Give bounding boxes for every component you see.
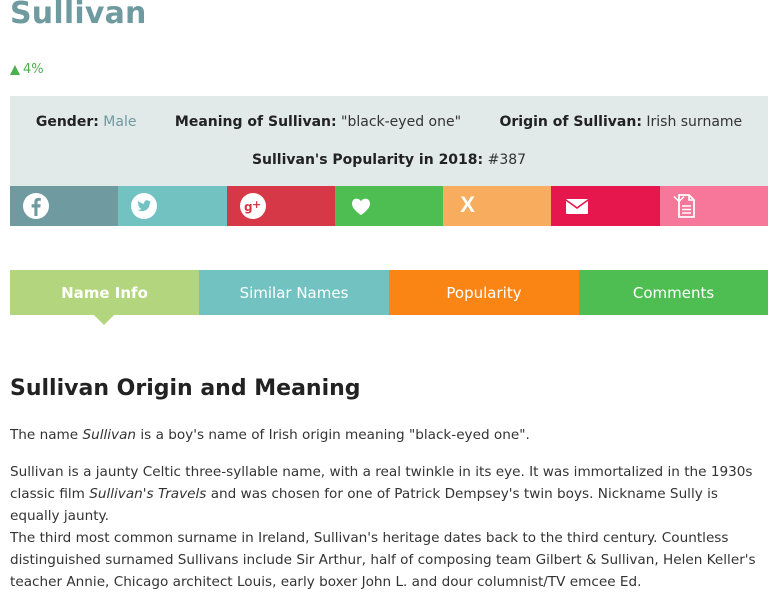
chevron-down-icon[interactable] — [672, 192, 686, 206]
trend-value: 4% — [23, 62, 44, 77]
info-row-2: Sullivan's Popularity in 2018: #387 — [10, 152, 768, 168]
gender-label: Gender: — [35, 114, 99, 130]
p2-film-title: Sullivan's Travels — [89, 486, 207, 502]
google-plus-share-button[interactable]: g + — [226, 186, 335, 226]
email-share-button[interactable] — [551, 186, 660, 226]
name-info-box: Gender: Male Meaning of Sullivan: "black… — [10, 96, 768, 186]
p1-text-pre: The name — [10, 427, 83, 443]
origin-label: Origin of Sullivan: — [499, 114, 642, 130]
section-heading: Sullivan Origin and Meaning — [10, 376, 361, 401]
meaning-label: Meaning of Sullivan: — [174, 114, 337, 130]
x-icon: X — [460, 192, 475, 217]
popularity-value: #387 — [487, 152, 527, 168]
popularity-info: Sullivan's Popularity in 2018: #387 — [252, 152, 526, 168]
note-share-button[interactable] — [659, 186, 769, 226]
meaning-info: Meaning of Sullivan: "black-eyed one" — [175, 114, 461, 130]
p1-name-emphasis: Sullivan — [82, 427, 137, 443]
facebook-icon — [23, 193, 49, 219]
name-tabs: Name Info Similar Names Popularity Comme… — [10, 270, 768, 325]
google-plus-icon: g + — [239, 193, 266, 219]
twitter-share-button[interactable] — [118, 186, 227, 226]
paragraph-description: Sullivan is a jaunty Celtic three-syllab… — [10, 461, 768, 527]
info-row-1: Gender: Male Meaning of Sullivan: "black… — [10, 114, 768, 130]
origin-value: Irish surname — [646, 114, 743, 130]
gender-value[interactable]: Male — [103, 114, 136, 130]
x-share-button[interactable]: X — [443, 186, 552, 226]
tab-similar-names[interactable]: Similar Names — [199, 270, 389, 315]
popularity-trend: 4% — [10, 62, 44, 77]
tab-name-info[interactable]: Name Info — [10, 270, 199, 325]
meaning-value: "black-eyed one" — [341, 114, 462, 130]
favorite-button[interactable] — [334, 186, 444, 226]
origin-info: Origin of Sullivan: Irish surname — [499, 114, 742, 130]
twitter-icon — [131, 193, 158, 219]
popularity-label: Sullivan's Popularity in 2018: — [251, 152, 484, 168]
svg-text:+: + — [252, 198, 261, 211]
tab-label: Popularity — [446, 283, 522, 302]
trend-up-icon — [10, 64, 20, 75]
tab-popularity[interactable]: Popularity — [389, 270, 579, 315]
p1-text-post: is a boy's name of Irish origin meaning … — [136, 427, 530, 443]
tab-label: Name Info — [61, 283, 148, 302]
mail-icon — [566, 199, 589, 214]
heart-icon — [351, 198, 370, 215]
page-title: Sullivan — [10, 0, 147, 31]
facebook-share-button[interactable] — [10, 186, 119, 226]
paragraph-intro: The name Sullivan is a boy's name of Iri… — [10, 424, 768, 446]
tab-label: Similar Names — [239, 283, 349, 302]
gender-info: Gender: Male — [36, 114, 137, 130]
active-tab-pointer — [94, 315, 114, 325]
paragraph-heritage: The third most common surname in Ireland… — [10, 530, 756, 590]
tab-comments[interactable]: Comments — [579, 270, 768, 315]
tab-label: Comments — [632, 283, 715, 302]
share-bar: g + X — [10, 186, 769, 226]
